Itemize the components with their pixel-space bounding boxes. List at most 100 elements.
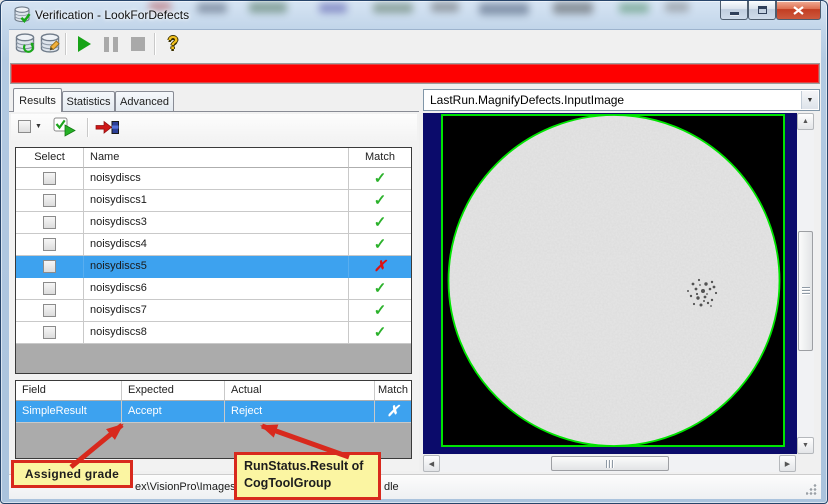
select-cell <box>16 322 84 344</box>
combo-dropdown-button[interactable]: ▼ <box>801 91 818 109</box>
row-checkbox[interactable] <box>43 326 56 339</box>
status-banner <box>10 63 820 84</box>
help-button[interactable]: ? <box>162 31 184 55</box>
scroll-up-icon: ▲ <box>802 118 809 125</box>
table-row[interactable]: noisydiscs ✓ <box>16 168 411 190</box>
column-header-match[interactable]: Match <box>349 148 411 168</box>
tab-results[interactable]: Results <box>13 88 62 112</box>
record-display-selector[interactable]: LastRun.MagnifyDefects.InputImage ▼ <box>423 89 820 111</box>
row-name: noisydiscs8 <box>84 322 349 344</box>
open-image-database-button[interactable] <box>14 33 36 55</box>
table-row[interactable]: SimpleResult Accept Reject ✗ <box>16 401 411 423</box>
run-checked-button[interactable] <box>53 117 78 142</box>
pause-icon <box>104 36 118 52</box>
resize-grip[interactable] <box>806 484 817 495</box>
run-checked-icon <box>53 117 76 137</box>
row-checkbox[interactable] <box>43 194 56 207</box>
select-all-dropdown[interactable]: ▼ <box>18 120 42 133</box>
toolbar-separator <box>65 33 66 55</box>
match-pass-icon: ✓ <box>349 234 411 256</box>
table-row[interactable]: noisydiscs3 ✓ <box>16 212 411 234</box>
match-pass-icon: ✓ <box>349 300 411 322</box>
minimize-button[interactable] <box>720 1 748 20</box>
row-checkbox[interactable] <box>43 238 56 251</box>
column-header-field[interactable]: Field <box>16 381 122 401</box>
thumb-grip <box>801 287 810 295</box>
row-name: noisydiscs5 <box>84 256 349 278</box>
edit-image-database-icon <box>39 33 60 55</box>
row-name: noisydiscs4 <box>84 234 349 256</box>
horizontal-scroll-thumb[interactable] <box>551 456 669 471</box>
select-cell <box>16 190 84 212</box>
results-toolbar: ▼ <box>11 114 417 141</box>
window-title: Verification - LookForDefects <box>35 8 190 22</box>
table-row[interactable]: noisydiscs1 ✓ <box>16 190 411 212</box>
column-header-select[interactable]: Select <box>16 148 84 168</box>
app-window: Verification - LookForDefects ? Results … <box>0 0 828 504</box>
row-checkbox[interactable] <box>43 260 56 273</box>
thumb-grip <box>606 459 614 468</box>
minimize-icon <box>729 11 739 15</box>
column-header-match[interactable]: Match <box>375 381 411 401</box>
table-row[interactable]: noisydiscs8 ✓ <box>16 322 411 344</box>
table-row[interactable]: noisydiscs5 ✗ <box>16 256 411 278</box>
row-checkbox[interactable] <box>43 304 56 317</box>
detail-table: Field Expected Actual Match SimpleResult… <box>15 380 412 459</box>
run-button[interactable] <box>73 32 95 56</box>
run-icon <box>77 36 91 52</box>
edit-image-database-button[interactable] <box>39 33 61 55</box>
table-row[interactable]: noisydiscs4 ✓ <box>16 234 411 256</box>
maximize-icon <box>757 6 767 14</box>
scroll-up-button[interactable]: ▲ <box>797 113 814 130</box>
callout-line2: CogToolGroup <box>244 476 332 490</box>
column-header-expected[interactable]: Expected <box>122 381 225 401</box>
select-cell <box>16 300 84 322</box>
expected-cell: Accept <box>122 401 225 423</box>
close-icon <box>793 5 804 15</box>
select-all-checkbox[interactable] <box>18 120 31 133</box>
match-pass-icon: ✓ <box>349 322 411 344</box>
row-name: noisydiscs7 <box>84 300 349 322</box>
open-image-database-icon <box>14 33 35 53</box>
image-horizontal-scrollbar[interactable]: ◀ ▶ <box>423 455 796 472</box>
column-header-name[interactable]: Name <box>84 148 349 168</box>
close-button[interactable] <box>776 1 821 20</box>
field-cell: SimpleResult <box>16 401 122 423</box>
image-vertical-scrollbar[interactable]: ▲ ▼ <box>797 113 814 454</box>
match-pass-icon: ✓ <box>349 278 411 300</box>
inspected-image <box>441 114 785 447</box>
toolbar-separator <box>87 118 88 137</box>
pause-button[interactable] <box>100 32 122 56</box>
scroll-left-icon: ◀ <box>428 460 435 468</box>
row-name: noisydiscs6 <box>84 278 349 300</box>
row-checkbox[interactable] <box>43 216 56 229</box>
title-bar[interactable]: Verification - LookForDefects <box>1 1 827 29</box>
maximize-button[interactable] <box>748 1 776 20</box>
stop-button[interactable] <box>127 32 149 56</box>
results-table: Select Name Match noisydiscs ✓ noisydiscs1… <box>15 147 412 374</box>
match-pass-icon: ✓ <box>349 190 411 212</box>
row-checkbox[interactable] <box>43 172 56 185</box>
scroll-down-icon: ▼ <box>802 442 809 449</box>
vertical-scroll-thumb[interactable] <box>798 231 813 351</box>
scroll-right-button[interactable]: ▶ <box>779 455 796 472</box>
status-state-text: dle <box>384 481 399 493</box>
row-name: noisydiscs3 <box>84 212 349 234</box>
row-name: noisydiscs <box>84 168 349 190</box>
export-results-button[interactable] <box>95 119 120 141</box>
table-row[interactable]: noisydiscs7 ✓ <box>16 300 411 322</box>
toolbar-separator <box>154 33 155 55</box>
table-row[interactable]: noisydiscs6 ✓ <box>16 278 411 300</box>
select-cell <box>16 256 84 278</box>
row-name: noisydiscs1 <box>84 190 349 212</box>
tab-statistics[interactable]: Statistics <box>62 91 115 112</box>
chevron-down-icon: ▼ <box>35 123 42 130</box>
scroll-down-button[interactable]: ▼ <box>797 437 814 454</box>
app-database-check-icon <box>13 6 31 24</box>
column-header-actual[interactable]: Actual <box>225 381 375 401</box>
scroll-left-button[interactable]: ◀ <box>423 455 440 472</box>
match-fail-icon: ✗ <box>375 401 411 423</box>
tab-advanced[interactable]: Advanced <box>115 91 174 112</box>
stop-icon <box>131 37 145 51</box>
row-checkbox[interactable] <box>43 282 56 295</box>
